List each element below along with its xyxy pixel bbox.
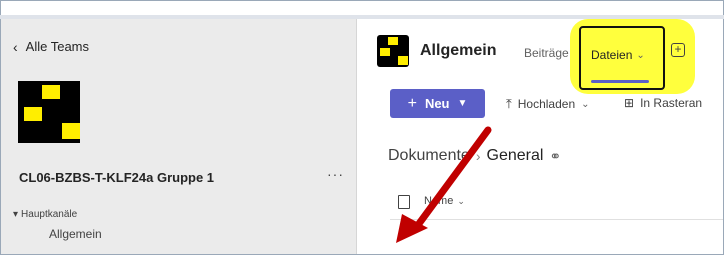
people-icon[interactable]: ⚭: [549, 148, 561, 165]
chevron-down-icon: ▼: [457, 98, 468, 109]
back-link-label: Alle Teams: [25, 39, 90, 54]
more-icon[interactable]: ···: [327, 166, 344, 182]
chevron-left-icon: ‹: [13, 38, 18, 55]
column-header-name[interactable]: Name ⌄: [424, 195, 465, 207]
breadcrumb-root[interactable]: Dokumente: [388, 147, 470, 165]
chevron-down-icon: ⌄: [581, 98, 590, 110]
tab-dateien[interactable]: Dateien ⌄: [579, 26, 665, 90]
breadcrumb-separator-icon: ›: [475, 148, 481, 164]
channel-item-allgemein[interactable]: Allgemein: [49, 227, 102, 241]
team-logo: [18, 81, 80, 143]
new-button[interactable]: + Neu ▼: [390, 89, 485, 118]
plus-icon: +: [407, 94, 417, 112]
grid-view-label: In Rasteran: [640, 96, 703, 110]
column-header-divider: [390, 219, 723, 220]
channels-header-label: Hauptkanäle: [21, 209, 78, 220]
column-header-name-label: Name: [424, 195, 454, 207]
chevron-down-icon: ⌄: [457, 195, 465, 206]
grid-view-button[interactable]: ⊞ In Rasteran: [624, 96, 702, 110]
chevron-down-icon: ▾: [13, 209, 19, 220]
main-content: Allgemein Beiträge Dateien ⌄ + + Neu ▼ ⤒…: [358, 19, 723, 254]
team-sidebar: ‹ Alle Teams CL06-BZBS-T-KLF24a Gruppe 1…: [1, 19, 357, 254]
tab-beitraege[interactable]: Beiträge: [524, 46, 569, 60]
tab-dateien-label: Dateien: [591, 48, 633, 62]
add-tab-icon[interactable]: +: [671, 43, 685, 57]
team-name[interactable]: CL06-BZBS-T-KLF24a Gruppe 1: [19, 170, 214, 185]
chevron-down-icon: ⌄: [636, 49, 645, 61]
back-to-teams-link[interactable]: ‹ Alle Teams: [13, 39, 89, 54]
new-button-label: Neu: [424, 96, 450, 111]
upload-button[interactable]: ⤒ Hochladen ⌄: [506, 96, 590, 112]
channels-section-header[interactable]: ▾ Hauptkanäle: [13, 209, 77, 220]
file-icon: [398, 195, 410, 209]
grid-icon: ⊞: [624, 96, 635, 110]
upload-button-label: Hochladen: [517, 97, 576, 111]
breadcrumb-current: General: [486, 147, 544, 164]
channel-title: Allgemein: [420, 42, 497, 59]
upload-icon: ⤒: [506, 96, 512, 111]
active-tab-indicator: [591, 80, 649, 83]
breadcrumb: Dokumente › General ⚭: [388, 147, 561, 165]
channel-logo: [377, 35, 409, 67]
